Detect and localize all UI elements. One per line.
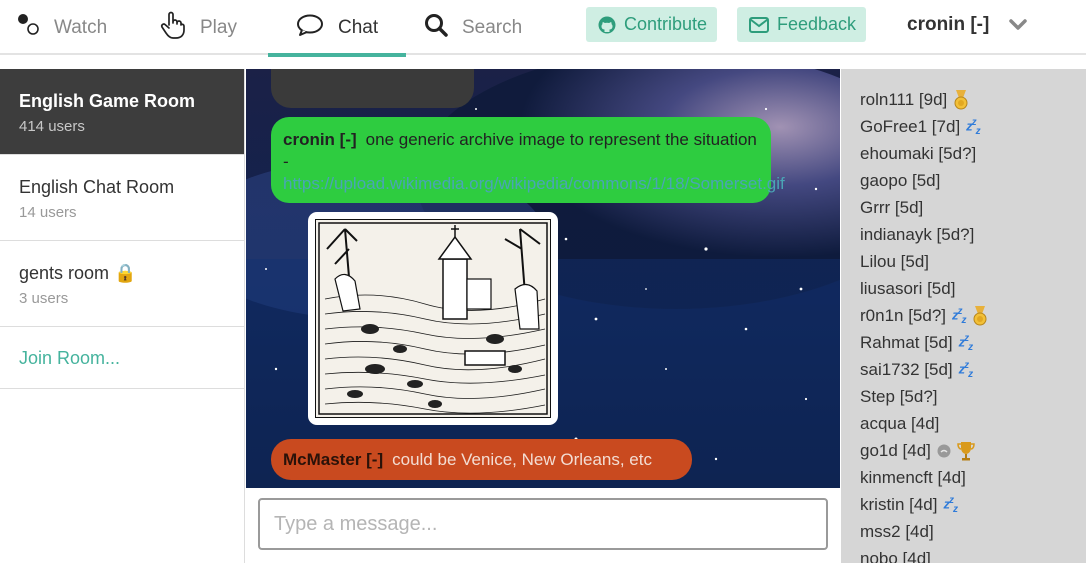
- room-list: English Game Room 414 users English Chat…: [0, 69, 245, 563]
- github-icon: [598, 16, 616, 34]
- user-name: nobo [4d]: [860, 548, 931, 563]
- envelope-icon: [749, 16, 769, 33]
- tab-search[interactable]: Search: [424, 0, 544, 55]
- user-name: GoFree1 [7d]: [860, 116, 961, 136]
- user-list-item[interactable]: Lilou [5d]: [841, 248, 1086, 275]
- user-list-item[interactable]: kinmencft [4d]: [841, 464, 1086, 491]
- room-user-count: 14 users: [19, 204, 77, 221]
- sleep-icon: zzz: [952, 305, 967, 326]
- message-link[interactable]: https://upload.wikimedia.org/wikipedia/c…: [283, 173, 785, 195]
- user-list-item[interactable]: kristin [4d] zzz: [841, 491, 1086, 518]
- hand-pointer-icon: [160, 11, 186, 45]
- chevron-down-icon[interactable]: [1008, 16, 1028, 39]
- message-bubble-partial: [271, 69, 474, 108]
- user-name: go1d [4d]: [860, 440, 931, 460]
- room-item-english-game-room[interactable]: English Game Room 414 users: [0, 69, 244, 155]
- user-list-item[interactable]: Rahmat [5d] zzz: [841, 329, 1086, 356]
- message-text: could be Venice, New Orleans, etc: [392, 449, 652, 469]
- search-icon: [424, 13, 448, 43]
- user-list-item[interactable]: Grrr [5d]: [841, 194, 1086, 221]
- moon-icon: [937, 444, 951, 458]
- user-list-item[interactable]: mss2 [4d]: [841, 518, 1086, 545]
- tab-play[interactable]: Play: [160, 0, 260, 55]
- contribute-label: Contribute: [624, 14, 708, 34]
- user-list-item[interactable]: sai1732 [5d] zzz: [841, 356, 1086, 383]
- user-list-item[interactable]: acqua [4d]: [841, 410, 1086, 437]
- user-name: liusasori [5d]: [860, 278, 956, 298]
- chat-message: McMaster [-] could be Venice, New Orleans…: [271, 439, 692, 480]
- chat-message: cronin [-] one generic archive image to r…: [271, 117, 785, 203]
- top-nav: Watch Play Chat Search Contribute Feedba…: [0, 0, 1086, 57]
- message-author[interactable]: cronin [-]: [283, 130, 357, 149]
- sleep-icon: zzz: [958, 332, 974, 353]
- feedback-button[interactable]: Feedback: [737, 7, 866, 42]
- room-name: gents room 🔒: [19, 263, 137, 283]
- chat-bubble-icon: [296, 13, 324, 43]
- user-name: Grrr [5d]: [860, 197, 924, 217]
- trophy-icon: [957, 441, 975, 461]
- tab-watch-label: Watch: [54, 16, 108, 38]
- user-list-item[interactable]: go1d [4d]: [841, 437, 1086, 464]
- user-name: mss2 [4d]: [860, 521, 934, 541]
- user-name: sai1732 [5d]: [860, 359, 953, 379]
- user-name: gaopo [5d]: [860, 170, 941, 190]
- user-list-item[interactable]: Step [5d?]: [841, 383, 1086, 410]
- user-name: Step [5d?]: [860, 386, 938, 406]
- medal-icon: [972, 305, 988, 326]
- room-item-gents-room[interactable]: gents room 🔒 3 users: [0, 241, 244, 327]
- user-list-item[interactable]: GoFree1 [7d] zzz: [841, 113, 1086, 140]
- room-user-count: 414 users: [19, 118, 85, 135]
- room-user-count: 3 users: [19, 290, 69, 307]
- watch-icon: [16, 13, 40, 43]
- room-item-english-chat-room[interactable]: English Chat Room 14 users: [0, 155, 244, 241]
- user-list-item[interactable]: r0n1n [5d?] zzz: [841, 302, 1086, 329]
- user-name: kinmencft [4d]: [860, 467, 966, 487]
- message-author[interactable]: McMaster [-]: [283, 450, 383, 470]
- user-name: r0n1n [5d?]: [860, 305, 947, 325]
- user-name: acqua [4d]: [860, 413, 940, 433]
- user-name: ehoumaki [5d?]: [860, 143, 977, 163]
- user-menu[interactable]: cronin [-]: [907, 0, 989, 50]
- room-name: English Chat Room: [19, 177, 175, 197]
- message-composer: [246, 488, 840, 563]
- user-list-item[interactable]: indianayk [5d?]: [841, 221, 1086, 248]
- user-name: roln111 [9d]: [860, 89, 948, 109]
- room-name: English Game Room: [19, 91, 196, 111]
- user-name: Rahmat [5d]: [860, 332, 953, 352]
- user-list-item[interactable]: roln111 [9d]: [841, 86, 1086, 113]
- tab-chat-label: Chat: [338, 16, 379, 38]
- user-list-item[interactable]: gaopo [5d]: [841, 167, 1086, 194]
- join-room-link[interactable]: Join Room...: [0, 327, 244, 389]
- user-name: kristin [4d]: [860, 494, 938, 514]
- user-list-item[interactable]: liusasori [5d]: [841, 275, 1086, 302]
- sleep-icon: zzz: [966, 116, 981, 137]
- tab-search-label: Search: [462, 16, 523, 38]
- message-input[interactable]: [258, 498, 828, 550]
- feedback-label: Feedback: [777, 14, 857, 34]
- user-name: indianayk [5d?]: [860, 224, 975, 244]
- tab-chat[interactable]: Chat: [268, 0, 406, 57]
- contribute-button[interactable]: Contribute: [586, 7, 717, 42]
- tab-watch[interactable]: Watch: [16, 0, 121, 55]
- chat-messages[interactable]: cronin [-] one generic archive image to r…: [246, 69, 840, 488]
- user-list[interactable]: roln111 [9d] GoFree1 [7d] zzz ehoumaki [5d?…: [841, 69, 1086, 563]
- flood-woodcut-image[interactable]: [308, 212, 558, 425]
- tab-play-label: Play: [200, 16, 237, 38]
- user-list-item[interactable]: ehoumaki [5d?]: [841, 140, 1086, 167]
- sleep-icon: zzz: [943, 494, 958, 515]
- medal-icon: [953, 89, 969, 110]
- sleep-icon: zzz: [958, 359, 974, 380]
- user-name: Lilou [5d]: [860, 251, 929, 271]
- user-list-item[interactable]: nobo [4d]: [841, 545, 1086, 563]
